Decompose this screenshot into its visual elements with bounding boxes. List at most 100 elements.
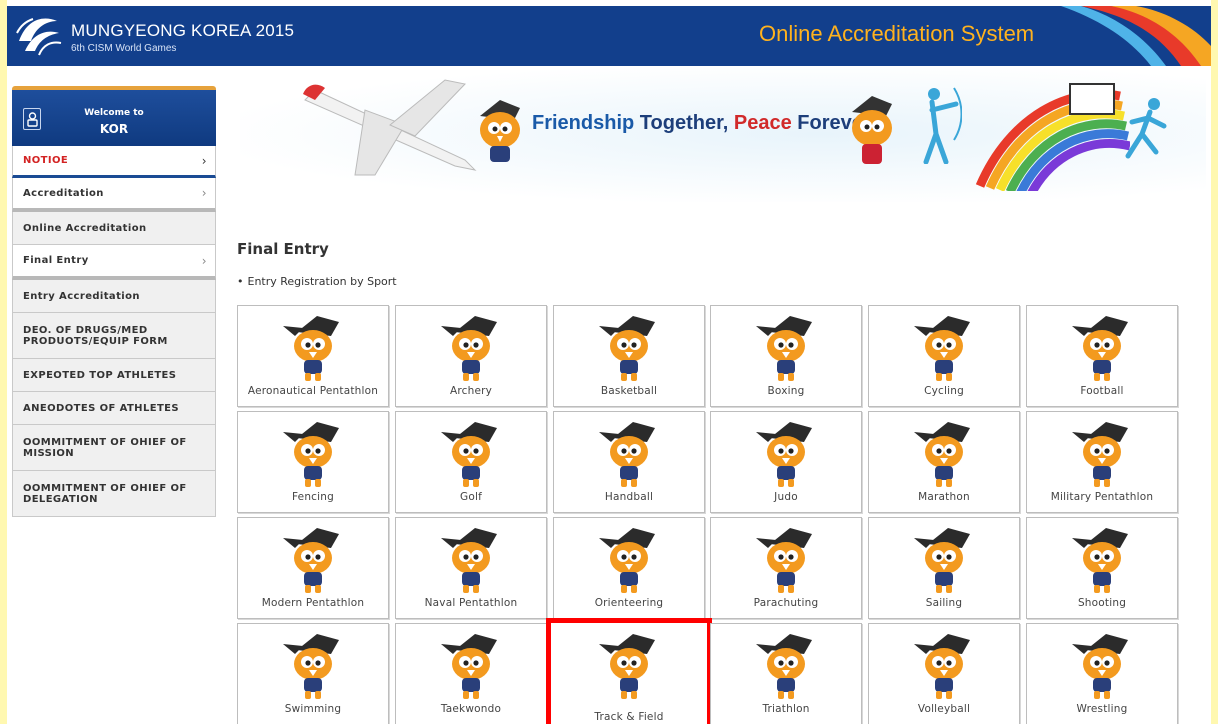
sidebar-item-drugs-form[interactable]: DEO. OF DRUGS/MED PRODUOTS/EQUIP FORM xyxy=(12,313,216,359)
mascot-icon xyxy=(914,316,970,381)
sidebar-item-label: Final Entry xyxy=(23,255,89,266)
sport-label: Military Pentathlon xyxy=(1050,491,1154,503)
sport-label: Boxing xyxy=(767,385,805,397)
sidebar-item-chief-of-delegation[interactable]: OOMMITMENT OF OHIEF OF DELEGATION xyxy=(12,471,216,517)
sports-grid: Aeronautical Pentathlon Archery Basketba… xyxy=(237,305,1182,724)
sport-tile-parachuting[interactable]: Parachuting xyxy=(710,517,862,619)
mascot-icon xyxy=(914,528,970,593)
welcome-box: Welcome to KOR xyxy=(12,86,216,146)
sport-tile-wrestling[interactable]: Wrestling xyxy=(1026,623,1178,724)
mascot-banner-icon xyxy=(852,96,892,164)
sport-tile-archery[interactable]: Archery xyxy=(395,305,547,407)
sidebar: Welcome to KOR NOTIOE › Accreditation › … xyxy=(12,86,216,517)
slogan-word: Peace xyxy=(733,112,792,134)
mascot-banner-icon xyxy=(480,100,520,162)
sidebar-item-accreditation[interactable]: Accreditation › xyxy=(12,178,216,212)
sport-tile-taekwondo[interactable]: Taekwondo xyxy=(395,623,547,724)
mascot-icon xyxy=(756,634,812,699)
runner-silhouette-icon xyxy=(1125,98,1167,159)
sport-label: Fencing xyxy=(292,491,334,503)
sport-tile-judo[interactable]: Judo xyxy=(710,411,862,513)
welcome-text: Welcome to xyxy=(84,108,144,118)
page-edge-left xyxy=(0,0,7,724)
sidebar-item-label: NOTIOE xyxy=(23,155,69,166)
sport-tile-volleyball[interactable]: Volleyball xyxy=(868,623,1020,724)
sport-tile-track-and-field[interactable]: Track & Field xyxy=(546,618,712,724)
mascot-icon xyxy=(441,634,497,699)
sidebar-item-entry-accreditation[interactable]: Entry Accreditation xyxy=(12,280,216,313)
sport-tile-modern-pentathlon[interactable]: Modern Pentathlon xyxy=(237,517,389,619)
mascot-icon xyxy=(1072,422,1128,487)
airplane-icon xyxy=(303,79,477,176)
rainbow-icon xyxy=(975,83,1130,191)
mascot-icon xyxy=(756,528,812,593)
sidebar-item-expected-athletes[interactable]: EXPEOTED TOP ATHLETES xyxy=(12,359,216,392)
sport-label: Track & Field xyxy=(594,711,664,723)
sport-tile-sailing[interactable]: Sailing xyxy=(868,517,1020,619)
site-header: MUNGYEONG KOREA 2015 6th CISM World Game… xyxy=(7,6,1211,66)
sidebar-item-label: OOMMITMENT OF OHIEF OF MISSION xyxy=(23,436,187,459)
mascot-icon xyxy=(914,634,970,699)
sidebar-item-chief-of-mission[interactable]: OOMMITMENT OF OHIEF OF MISSION xyxy=(12,425,216,471)
sport-tile-marathon[interactable]: Marathon xyxy=(868,411,1020,513)
system-title: Online Accreditation System xyxy=(759,21,1035,46)
sidebar-item-label: Entry Accreditation xyxy=(23,290,140,302)
sport-tile-fencing[interactable]: Fencing xyxy=(237,411,389,513)
sport-tile-military-pentathlon[interactable]: Military Pentathlon xyxy=(1026,411,1178,513)
sidebar-item-online-accreditation[interactable]: Online Accreditation xyxy=(12,212,216,245)
sport-tile-boxing[interactable]: Boxing xyxy=(710,305,862,407)
sport-label: Naval Pentathlon xyxy=(424,597,518,609)
sidebar-item-label: Accreditation xyxy=(23,187,104,199)
sport-label: Basketball xyxy=(600,385,658,397)
sport-label: Archery xyxy=(449,385,493,397)
slogan-word: Together, xyxy=(639,112,729,134)
sidebar-item-anecdotes[interactable]: ANEODOTES OF ATHLETES xyxy=(12,392,216,425)
sport-label: Handball xyxy=(604,491,654,503)
mascot-icon xyxy=(1072,634,1128,699)
sport-tile-cycling[interactable]: Cycling xyxy=(868,305,1020,407)
sidebar-item-notice[interactable]: NOTIOE › xyxy=(12,146,216,178)
sport-label: Parachuting xyxy=(753,597,819,609)
page-subtitle: Entry Registration by Sport xyxy=(237,275,397,288)
sport-tile-football[interactable]: Football xyxy=(1026,305,1178,407)
chevron-right-icon: › xyxy=(201,153,207,168)
sport-tile-orienteering[interactable]: Orienteering xyxy=(553,517,705,619)
sport-tile-swimming[interactable]: Swimming xyxy=(237,623,389,724)
sport-label: Golf xyxy=(460,491,482,503)
brand-title: MUNGYEONG KOREA 2015 xyxy=(71,21,295,40)
sport-label: Aeronautical Pentathlon xyxy=(247,385,379,397)
sport-tile-aeronautical-pentathlon[interactable]: Aeronautical Pentathlon xyxy=(237,305,389,407)
country-code: KOR xyxy=(99,122,129,136)
mascot-icon xyxy=(283,528,339,593)
mascot-icon xyxy=(599,316,655,381)
games-logo-icon xyxy=(16,18,62,56)
sport-label: Swimming xyxy=(284,703,342,715)
sidebar-item-label: ANEODOTES OF ATHLETES xyxy=(23,402,180,414)
sport-tile-handball[interactable]: Handball xyxy=(553,411,705,513)
sidebar-item-label: Online Accreditation xyxy=(23,222,147,234)
sport-label: Marathon xyxy=(918,491,970,503)
mascot-icon xyxy=(599,634,655,699)
sport-tile-naval-pentathlon[interactable]: Naval Pentathlon xyxy=(395,517,547,619)
sport-label: Volleyball xyxy=(917,703,971,715)
sport-label: Wrestling xyxy=(1076,703,1128,715)
sport-label: Modern Pentathlon xyxy=(261,597,365,609)
sidebar-item-final-entry[interactable]: Final Entry › xyxy=(12,245,216,280)
header-swoosh-icon xyxy=(1061,6,1211,66)
sidebar-item-label: DEO. OF DRUGS/MED PRODUOTS/EQUIP FORM xyxy=(23,324,168,347)
page-edge-right xyxy=(1211,0,1218,724)
sport-tile-triathlon[interactable]: Triathlon xyxy=(710,623,862,724)
archer-silhouette-icon xyxy=(923,87,962,164)
sport-tile-golf[interactable]: Golf xyxy=(395,411,547,513)
sport-tile-basketball[interactable]: Basketball xyxy=(553,305,705,407)
sport-label: Judo xyxy=(774,491,798,503)
sport-label: Cycling xyxy=(924,385,964,397)
mascot-icon xyxy=(441,422,497,487)
user-icon xyxy=(23,108,41,130)
mascot-icon xyxy=(599,422,655,487)
mascot-icon xyxy=(283,422,339,487)
mascot-icon xyxy=(1072,316,1128,381)
sport-label: Football xyxy=(1080,385,1124,397)
sport-tile-shooting[interactable]: Shooting xyxy=(1026,517,1178,619)
mascot-icon xyxy=(283,316,339,381)
